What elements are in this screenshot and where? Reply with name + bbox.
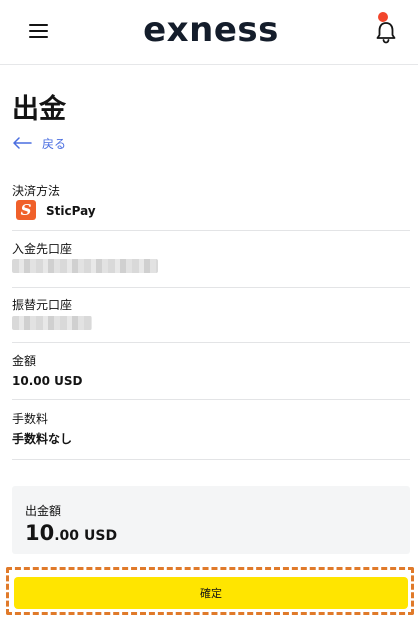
withdrawal-amount-fraction: .00	[54, 528, 80, 544]
withdrawal-summary-box: 出金額 10.00 USD	[12, 486, 410, 554]
amount-label: 金額	[12, 354, 37, 368]
fee-section	[12, 400, 410, 460]
payment-method-label: 決済方法	[12, 184, 61, 198]
source-account-value-redacted	[12, 316, 92, 330]
amount-value: 10.00 USD	[12, 374, 83, 388]
fee-value: 手数料なし	[12, 432, 73, 446]
back-link[interactable]: 戻る	[12, 134, 66, 152]
payment-method-value: SticPay	[46, 204, 96, 218]
confirm-button[interactable]: 確定	[14, 577, 408, 609]
sticpay-logo-icon: S	[16, 200, 36, 220]
page-title: 出金	[12, 94, 66, 125]
fee-label: 手数料	[12, 412, 49, 426]
amount-section	[12, 343, 410, 400]
arrow-left-icon	[13, 137, 32, 149]
top-navigation-bar: exness	[0, 0, 418, 65]
deposit-account-value-redacted	[12, 259, 158, 273]
withdrawal-amount-currency: USD	[84, 528, 118, 544]
hamburger-menu-icon[interactable]	[29, 22, 49, 40]
notification-dot	[378, 12, 388, 22]
withdrawal-amount-integer: 10	[25, 521, 55, 545]
deposit-account-label: 入金先口座	[12, 242, 73, 256]
back-label: 戻る	[42, 136, 67, 151]
withdrawal-amount-label: 出金額	[25, 504, 62, 518]
withdrawal-amount-total: 10.00 USD	[25, 519, 117, 550]
exness-logo[interactable]: exness	[140, 8, 282, 52]
source-account-label: 振替元口座	[12, 298, 73, 312]
